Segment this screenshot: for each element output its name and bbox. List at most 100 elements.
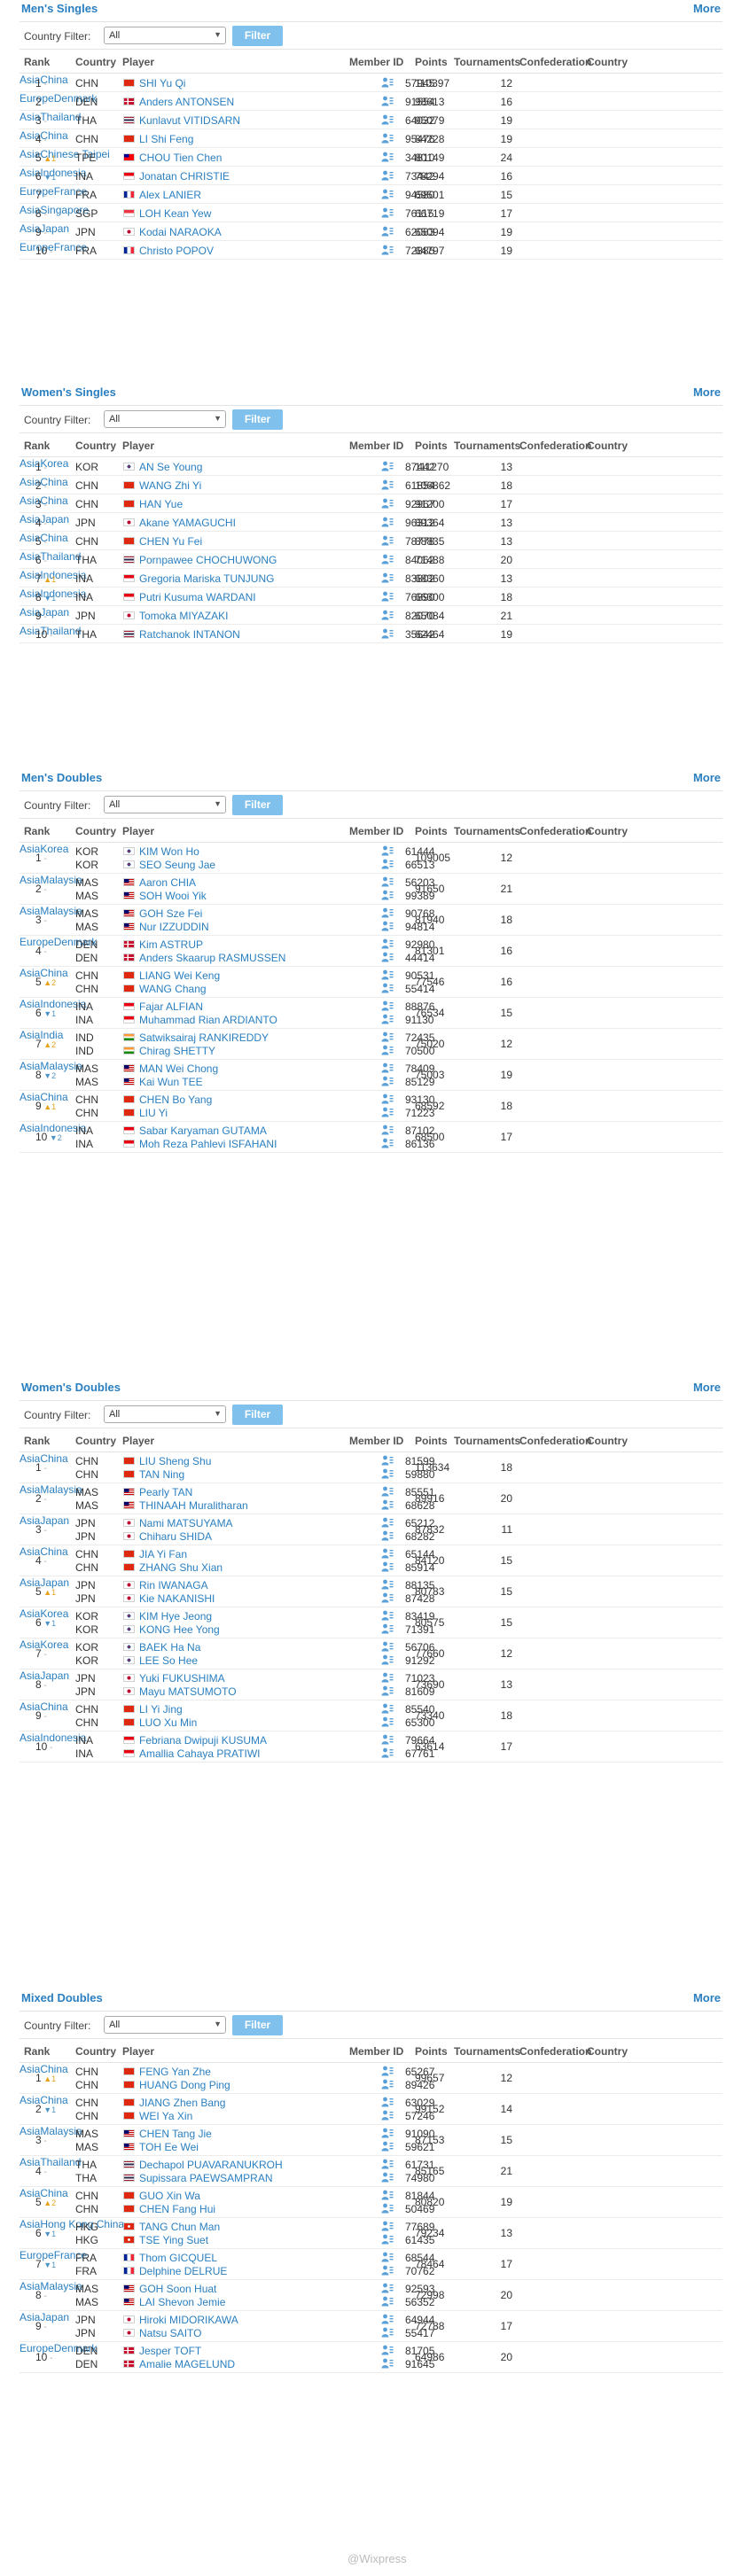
players-profile-icon[interactable] xyxy=(381,498,394,509)
player-name-link[interactable]: LEE So Hee xyxy=(139,1654,198,1667)
player-name-link[interactable]: Dechapol PUAVARANUKROH xyxy=(139,2159,283,2171)
more-link[interactable]: More xyxy=(693,385,721,399)
players-profile-icon[interactable] xyxy=(381,983,394,993)
player-name-link[interactable]: WANG Chang xyxy=(139,983,207,995)
player-name-link[interactable]: TOH Ee Wei xyxy=(139,2141,199,2153)
player-name-link[interactable]: HAN Yue xyxy=(139,498,183,510)
player-name-link[interactable]: LIANG Wei Keng xyxy=(139,969,220,982)
player-name-link[interactable]: LUO Xu Min xyxy=(139,1716,197,1729)
players-profile-icon[interactable] xyxy=(381,2327,394,2338)
player-name-link[interactable]: Akane YAMAGUCHI xyxy=(139,517,236,529)
players-profile-icon[interactable] xyxy=(381,170,394,181)
filter-button[interactable]: Filter xyxy=(232,1405,283,1425)
player-name-link[interactable]: Chirag SHETTY xyxy=(139,1045,215,1057)
player-name-link[interactable]: KIM Hye Jeong xyxy=(139,1610,212,1623)
players-profile-icon[interactable] xyxy=(381,152,394,162)
player-name-link[interactable]: SEO Seung Jae xyxy=(139,859,215,871)
filter-button[interactable]: Filter xyxy=(232,2015,283,2035)
country-filter-select[interactable]: All ▼ xyxy=(104,410,226,428)
players-profile-icon[interactable] xyxy=(381,610,394,620)
players-profile-icon[interactable] xyxy=(381,1747,394,1758)
players-profile-icon[interactable] xyxy=(381,535,394,546)
players-profile-icon[interactable] xyxy=(381,890,394,900)
player-name-link[interactable]: Kim ASTRUP xyxy=(139,938,203,951)
players-profile-icon[interactable] xyxy=(381,1093,394,1104)
players-profile-icon[interactable] xyxy=(381,114,394,125)
player-name-link[interactable]: GOH Soon Huat xyxy=(139,2283,216,2295)
player-name-link[interactable]: LOH Kean Yew xyxy=(139,207,211,220)
player-name-link[interactable]: Hiroki MIDORIKAWA xyxy=(139,2314,238,2326)
player-name-link[interactable]: TANG Chun Man xyxy=(139,2221,220,2233)
player-name-link[interactable]: LIU Sheng Shu xyxy=(139,1455,211,1467)
players-profile-icon[interactable] xyxy=(381,1685,394,1696)
players-profile-icon[interactable] xyxy=(381,628,394,639)
players-profile-icon[interactable] xyxy=(381,1031,394,1042)
country-filter-select[interactable]: All ▼ xyxy=(104,796,226,813)
player-name-link[interactable]: Putri Kusuma WARDANI xyxy=(139,591,256,603)
player-name-link[interactable]: Febriana Dwipuji KUSUMA xyxy=(139,1734,267,1747)
players-profile-icon[interactable] xyxy=(381,479,394,490)
filter-button[interactable]: Filter xyxy=(232,795,283,815)
players-profile-icon[interactable] xyxy=(381,77,394,88)
players-profile-icon[interactable] xyxy=(381,1107,394,1117)
players-profile-icon[interactable] xyxy=(381,2172,394,2183)
players-profile-icon[interactable] xyxy=(381,1530,394,1541)
players-profile-icon[interactable] xyxy=(381,1592,394,1603)
players-profile-icon[interactable] xyxy=(381,554,394,564)
players-profile-icon[interactable] xyxy=(381,2066,394,2076)
player-name-link[interactable]: Amallia Cahaya PRATIWI xyxy=(139,1747,260,1760)
players-profile-icon[interactable] xyxy=(381,1654,394,1665)
players-profile-icon[interactable] xyxy=(381,2203,394,2214)
player-name-link[interactable]: Kai Wun TEE xyxy=(139,1076,203,1088)
player-name-link[interactable]: Pearly TAN xyxy=(139,1486,192,1498)
player-name-link[interactable]: Fajar ALFIAN xyxy=(139,1000,203,1013)
player-name-link[interactable]: Rin IWANAGA xyxy=(139,1579,208,1592)
player-name-link[interactable]: KONG Hee Yong xyxy=(139,1623,220,1636)
player-name-link[interactable]: Tomoka MIYAZAKI xyxy=(139,610,228,622)
players-profile-icon[interactable] xyxy=(381,2234,394,2245)
player-name-link[interactable]: Muhammad Rian ARDIANTO xyxy=(139,1014,277,1026)
players-profile-icon[interactable] xyxy=(381,1045,394,1055)
players-profile-icon[interactable] xyxy=(381,1672,394,1683)
players-profile-icon[interactable] xyxy=(381,921,394,931)
players-profile-icon[interactable] xyxy=(381,2314,394,2324)
players-profile-icon[interactable] xyxy=(381,572,394,583)
players-profile-icon[interactable] xyxy=(381,1138,394,1148)
players-profile-icon[interactable] xyxy=(381,2283,394,2293)
filter-button[interactable]: Filter xyxy=(232,26,283,46)
player-name-link[interactable]: CHEN Tang Jie xyxy=(139,2128,212,2140)
player-name-link[interactable]: Chiharu SHIDA xyxy=(139,1530,212,1543)
player-name-link[interactable]: Satwiksairaj RANKIREDDY xyxy=(139,1031,269,1044)
player-name-link[interactable]: CHEN Fang Hui xyxy=(139,2203,215,2215)
players-profile-icon[interactable] xyxy=(381,1716,394,1727)
player-name-link[interactable]: LI Shi Feng xyxy=(139,133,193,145)
player-name-link[interactable]: JIANG Zhen Bang xyxy=(139,2097,225,2109)
player-name-link[interactable]: KIM Won Ho xyxy=(139,845,199,858)
player-name-link[interactable]: Supissara PAEWSAMPRAN xyxy=(139,2172,273,2184)
players-profile-icon[interactable] xyxy=(381,969,394,980)
player-name-link[interactable]: Kodai NARAOKA xyxy=(139,226,222,238)
player-name-link[interactable]: Gregoria Mariska TUNJUNG xyxy=(139,572,274,585)
player-name-link[interactable]: Anders ANTONSEN xyxy=(139,96,234,108)
players-profile-icon[interactable] xyxy=(381,2079,394,2090)
player-name-link[interactable]: Natsu SAITO xyxy=(139,2327,201,2339)
player-name-link[interactable]: JIA Yi Fan xyxy=(139,1548,187,1560)
players-profile-icon[interactable] xyxy=(381,1014,394,1024)
player-name-link[interactable]: SOH Wooi Yik xyxy=(139,890,207,902)
players-profile-icon[interactable] xyxy=(381,461,394,471)
players-profile-icon[interactable] xyxy=(381,876,394,887)
players-profile-icon[interactable] xyxy=(381,2265,394,2276)
players-profile-icon[interactable] xyxy=(381,2141,394,2152)
player-name-link[interactable]: Alex LANIER xyxy=(139,189,201,201)
players-profile-icon[interactable] xyxy=(381,1623,394,1634)
players-profile-icon[interactable] xyxy=(381,245,394,255)
player-name-link[interactable]: Nur IZZUDDIN xyxy=(139,921,209,933)
players-profile-icon[interactable] xyxy=(381,2110,394,2121)
players-profile-icon[interactable] xyxy=(381,207,394,218)
player-name-link[interactable]: Mayu MATSUMOTO xyxy=(139,1685,237,1698)
players-profile-icon[interactable] xyxy=(381,1499,394,1510)
player-name-link[interactable]: Pornpawee CHOCHUWONG xyxy=(139,554,277,566)
player-name-link[interactable]: WEI Ya Xin xyxy=(139,2110,192,2122)
players-profile-icon[interactable] xyxy=(381,2252,394,2262)
players-profile-icon[interactable] xyxy=(381,952,394,962)
